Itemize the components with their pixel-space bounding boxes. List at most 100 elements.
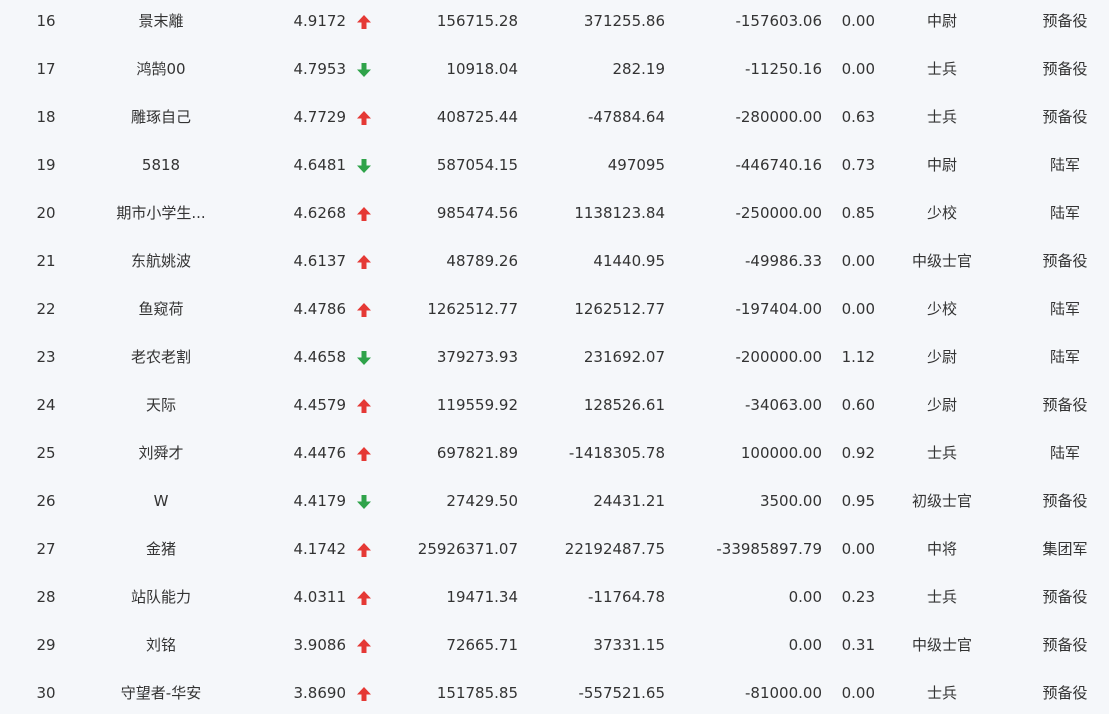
value-a-cell: 1262512.77	[427, 300, 518, 318]
rank-cell: 16	[36, 12, 56, 30]
value-a-cell: 27429.50	[446, 492, 518, 510]
name-cell[interactable]: 守望者-华安	[102, 669, 220, 714]
table-row[interactable]: 17 鸿鹄00 4.7953 10918.04 282.19 -11250.16…	[0, 45, 1109, 93]
trend-cell	[354, 45, 374, 93]
title-cell: 士兵	[926, 684, 957, 702]
name-cell[interactable]: 雕琢自己	[102, 93, 220, 141]
table-row[interactable]: 19 5818 4.6481 587054.15 497095 -446740.…	[0, 141, 1109, 189]
arrow-up-icon	[357, 14, 371, 29]
arrow-up-icon	[357, 110, 371, 125]
name-cell[interactable]: 景末離	[102, 0, 220, 45]
value-d-cell: 0.00	[841, 60, 875, 78]
name-cell[interactable]: W	[102, 477, 220, 525]
value-c-cell: -11250.16	[745, 60, 822, 78]
value-c-cell: -34063.00	[745, 396, 822, 414]
trend-cell	[354, 333, 374, 381]
rank-cell: 21	[36, 252, 56, 270]
value-d-cell: 0.00	[841, 300, 875, 318]
name-cell[interactable]: 鸿鹄00	[102, 45, 220, 93]
table-row[interactable]: 18 雕琢自己 4.7729 408725.44 -47884.64 -2800…	[0, 93, 1109, 141]
trend-cell	[354, 429, 374, 477]
value-d-cell: 0.00	[841, 12, 875, 30]
branch-cell: 预备役	[1042, 12, 1088, 30]
table-row[interactable]: 30 守望者-华安 3.8690 151785.85 -557521.65 -8…	[0, 669, 1109, 714]
value-c-cell: -157603.06	[735, 12, 822, 30]
value-a-cell: 19471.34	[446, 588, 518, 606]
rank-cell: 25	[36, 444, 56, 462]
name-cell[interactable]: 鱼窥荷	[102, 285, 220, 333]
title-cell: 中尉	[926, 12, 957, 30]
table-row[interactable]: 23 老农老割 4.4658 379273.93 231692.07 -2000…	[0, 333, 1109, 381]
table-row[interactable]: 22 鱼窥荷 4.4786 1262512.77 1262512.77 -197…	[0, 285, 1109, 333]
arrow-up-icon	[357, 686, 371, 701]
rank-cell: 20	[36, 204, 56, 222]
branch-cell: 陆军	[1049, 444, 1080, 462]
title-cell: 少校	[926, 300, 957, 318]
arrow-down-icon	[357, 494, 371, 509]
branch-cell: 集团军	[1042, 540, 1088, 558]
title-cell: 士兵	[926, 588, 957, 606]
score-cell: 4.9172	[293, 12, 347, 30]
table-row[interactable]: 27 金猪 4.1742 25926371.07 22192487.75 -33…	[0, 525, 1109, 573]
table-row[interactable]: 28 站队能力 4.0311 19471.34 -11764.78 0.00 0…	[0, 573, 1109, 621]
value-d-cell: 0.00	[841, 252, 875, 270]
trend-cell	[354, 285, 374, 333]
name-cell[interactable]: 5818	[102, 141, 220, 189]
table-row[interactable]: 21 东航姚波 4.6137 48789.26 41440.95 -49986.…	[0, 237, 1109, 285]
rank-cell: 19	[36, 156, 56, 174]
table-row[interactable]: 24 天际 4.4579 119559.92 128526.61 -34063.…	[0, 381, 1109, 429]
score-cell: 4.4579	[293, 396, 347, 414]
arrow-up-icon	[357, 446, 371, 461]
branch-cell: 预备役	[1042, 492, 1088, 510]
value-a-cell: 697821.89	[436, 444, 518, 462]
value-d-cell: 0.95	[841, 492, 875, 510]
branch-cell: 预备役	[1042, 60, 1088, 78]
name-cell[interactable]: 老农老割	[102, 333, 220, 381]
score-cell: 3.8690	[293, 684, 347, 702]
value-b-cell: 37331.15	[593, 636, 665, 654]
value-b-cell: 1138123.84	[574, 204, 665, 222]
table-row[interactable]: 16 景末離 4.9172 156715.28 371255.86 -15760…	[0, 0, 1109, 45]
value-b-cell: 128526.61	[583, 396, 665, 414]
value-b-cell: 371255.86	[583, 12, 665, 30]
table-row[interactable]: 26 W 4.4179 27429.50 24431.21 3500.00 0.…	[0, 477, 1109, 525]
value-d-cell: 0.73	[841, 156, 875, 174]
name-cell[interactable]: 金猪	[102, 525, 220, 573]
name-cell[interactable]: 天际	[102, 381, 220, 429]
arrow-up-icon	[357, 542, 371, 557]
title-cell: 少尉	[926, 348, 957, 366]
score-cell: 4.6137	[293, 252, 347, 270]
name-cell[interactable]: 刘铭	[102, 621, 220, 669]
arrow-down-icon	[357, 62, 371, 77]
title-cell: 少校	[926, 204, 957, 222]
arrow-up-icon	[357, 302, 371, 317]
name-cell[interactable]: 刘舜才	[102, 429, 220, 477]
name-cell[interactable]: 期市小学生...	[102, 189, 220, 237]
branch-cell: 预备役	[1042, 588, 1088, 606]
value-a-cell: 72665.71	[446, 636, 518, 654]
score-cell: 4.4476	[293, 444, 347, 462]
table-row[interactable]: 29 刘铭 3.9086 72665.71 37331.15 0.00 0.31…	[0, 621, 1109, 669]
table-row[interactable]: 20 期市小学生... 4.6268 985474.56 1138123.84 …	[0, 189, 1109, 237]
value-a-cell: 408725.44	[436, 108, 518, 126]
title-cell: 士兵	[926, 444, 957, 462]
branch-cell: 陆军	[1049, 348, 1080, 366]
name-cell[interactable]: 站队能力	[102, 573, 220, 621]
value-c-cell: 3500.00	[759, 492, 822, 510]
score-cell: 4.0311	[293, 588, 347, 606]
ranking-table: 16 景末離 4.9172 156715.28 371255.86 -15760…	[0, 0, 1109, 714]
value-b-cell: 1262512.77	[574, 300, 665, 318]
name-cell[interactable]: 东航姚波	[102, 237, 220, 285]
value-a-cell: 119559.92	[436, 396, 518, 414]
table-row[interactable]: 25 刘舜才 4.4476 697821.89 -1418305.78 1000…	[0, 429, 1109, 477]
value-c-cell: -446740.16	[735, 156, 822, 174]
value-b-cell: 497095	[607, 156, 665, 174]
rank-cell: 24	[36, 396, 56, 414]
value-c-cell: -197404.00	[735, 300, 822, 318]
value-d-cell: 0.23	[841, 588, 875, 606]
value-b-cell: -11764.78	[588, 588, 665, 606]
value-d-cell: 0.31	[841, 636, 875, 654]
trend-cell	[354, 573, 374, 621]
score-cell: 4.7729	[293, 108, 347, 126]
branch-cell: 预备役	[1042, 636, 1088, 654]
